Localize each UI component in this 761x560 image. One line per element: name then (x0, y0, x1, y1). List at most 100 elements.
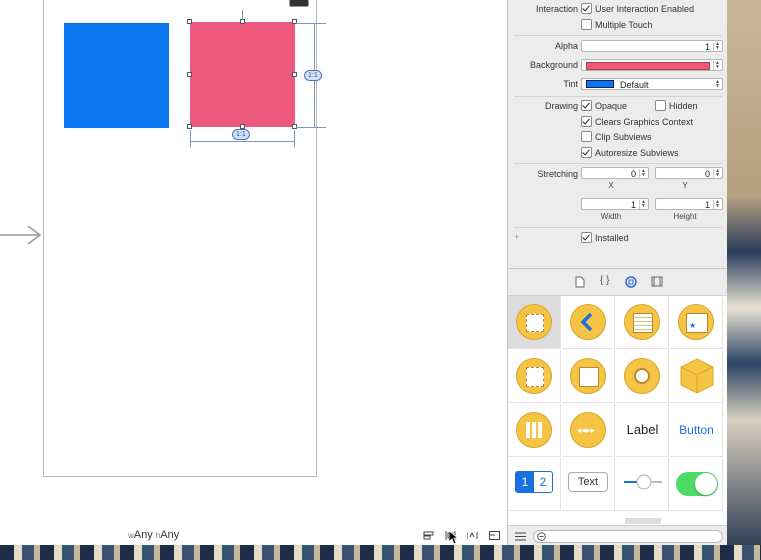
switch-icon (676, 472, 718, 496)
multiple-touch-checkbox[interactable]: Multiple Touch (581, 19, 652, 30)
opaque-checkbox[interactable]: Opaque (581, 100, 627, 111)
autoresize-checkbox[interactable]: Autoresize Subviews (581, 147, 679, 158)
width-class: Any (133, 529, 153, 541)
resize-handle[interactable] (187, 124, 192, 129)
resize-handle[interactable] (292, 72, 297, 77)
resolve-issues-icon[interactable] (467, 531, 478, 540)
background-popup[interactable]: ▲ ▼ (581, 59, 723, 71)
opaque-label: Opaque (595, 101, 628, 111)
object-library: { } ★ ◂◂▸▸ Label Button 12 Text (507, 268, 728, 548)
divider (514, 35, 722, 36)
size-class-control[interactable]: wAny hAny (128, 529, 179, 541)
clears-graphics-label: Clears Graphics Context (595, 117, 694, 127)
hidden-checkbox[interactable]: Hidden (655, 100, 698, 111)
library-item-slider[interactable] (616, 458, 669, 511)
button-item-text: Button (679, 423, 714, 437)
media-player-icon: ◂◂▸▸ (570, 412, 606, 448)
table-view-icon (624, 304, 660, 340)
object-library-icon[interactable] (625, 276, 637, 288)
background-color-swatch (586, 62, 710, 70)
align-icon[interactable] (423, 531, 434, 540)
multiple-touch-label: Multiple Touch (595, 20, 653, 30)
divider (514, 227, 722, 228)
stretch-height-value: 1 (704, 200, 710, 210)
list-view-icon[interactable] (515, 532, 526, 541)
library-item-navigation[interactable] (562, 296, 615, 349)
glkit-view-icon (624, 358, 660, 394)
stretch-width-value: 1 (630, 200, 636, 210)
library-item-container[interactable] (562, 350, 615, 403)
tint-popup[interactable]: Default ▲ ▼ (581, 78, 723, 90)
height-class: Any (160, 529, 180, 541)
divider (514, 163, 722, 164)
resize-handle[interactable] (187, 72, 192, 77)
width-constraint-line (190, 141, 295, 142)
library-item-object[interactable] (670, 350, 723, 403)
stretch-y-field[interactable]: 0 ▲ ▼ (655, 167, 723, 179)
page-view-icon (516, 358, 552, 394)
media-library-icon[interactable] (651, 276, 663, 287)
stepper-icon[interactable]: ▲ ▼ (713, 200, 721, 209)
popup-arrows-icon: ▲ ▼ (713, 61, 721, 70)
library-item-table[interactable] (616, 296, 669, 349)
y-label: Y (682, 181, 688, 190)
library-item-collection[interactable]: ★ (670, 296, 723, 349)
library-item-segmented[interactable]: 12 (508, 458, 561, 511)
clip-subviews-checkbox[interactable]: Clip Subviews (581, 131, 652, 142)
attributes-inspector: Interaction User Interaction Enabled Mul… (507, 0, 728, 268)
divider (514, 96, 722, 97)
stretch-width-field[interactable]: 1 ▲ ▼ (581, 198, 649, 210)
top-constraint-line (242, 10, 243, 20)
height-label: Height (673, 212, 697, 221)
file-template-icon[interactable] (575, 276, 585, 288)
checkbox-icon (581, 131, 592, 142)
blue-view[interactable] (64, 23, 169, 128)
installed-checkbox[interactable]: Installed (581, 232, 629, 243)
library-item-view[interactable] (508, 296, 561, 349)
code-snippet-icon[interactable]: { } (600, 275, 609, 286)
alpha-label: Alpha (554, 41, 578, 51)
stepper-icon[interactable]: ▲ ▼ (713, 169, 721, 178)
library-filter-input[interactable] (533, 530, 723, 543)
resize-handle[interactable] (187, 19, 192, 24)
user-interaction-checkbox[interactable]: User Interaction Enabled (581, 3, 694, 14)
stepper-icon[interactable]: ▲ ▼ (639, 200, 647, 209)
installed-label: Installed (595, 233, 629, 243)
desktop-wallpaper-strip (0, 545, 761, 560)
stretch-x-value: 0 (630, 169, 636, 179)
clip-subviews-label: Clip Subviews (595, 132, 652, 142)
mouse-cursor-icon (449, 531, 459, 545)
add-variation-button[interactable]: + (514, 232, 519, 242)
library-item-glkit[interactable] (616, 350, 669, 403)
resizing-icon[interactable] (489, 531, 500, 540)
library-tabs: { } (508, 269, 728, 296)
library-item-av-player[interactable]: ◂◂▸▸ (562, 404, 615, 457)
hidden-label: Hidden (669, 101, 698, 111)
width-constraint-cap (190, 130, 191, 147)
library-item-collection-grid[interactable] (508, 404, 561, 457)
checkbox-checked-icon (581, 147, 592, 158)
stretch-height-field[interactable]: 1 ▲ ▼ (655, 198, 723, 210)
clears-graphics-checkbox[interactable]: Clears Graphics Context (581, 116, 693, 127)
scene-dock-icon[interactable] (289, 0, 309, 7)
interaction-label: Interaction (535, 4, 578, 14)
pink-view-selected[interactable] (190, 22, 295, 127)
alpha-field[interactable]: 1 ▲ ▼ (581, 40, 723, 52)
tint-color-swatch (586, 80, 614, 88)
library-item-page-view[interactable] (508, 350, 561, 403)
storyboard-canvas[interactable]: 1:1 1:1 wAny hAny (0, 0, 507, 545)
library-item-button[interactable]: Button (670, 404, 723, 457)
stepper-icon[interactable]: ▲ ▼ (713, 42, 721, 51)
library-item-label[interactable]: Label (616, 404, 669, 457)
width-constraint-badge[interactable]: 1:1 (232, 129, 250, 140)
height-constraint-badge[interactable]: 1:1 (304, 70, 322, 81)
background-label: Background (529, 60, 578, 70)
stretch-x-field[interactable]: 0 ▲ ▼ (581, 167, 649, 179)
slider-icon (624, 474, 662, 490)
stepper-icon[interactable]: ▲ ▼ (639, 169, 647, 178)
label-item-text: Label (626, 422, 659, 437)
popup-arrows-icon: ▲ ▼ (715, 79, 720, 89)
library-item-textfield[interactable]: Text (562, 458, 615, 511)
collection-view-icon: ★ (678, 304, 714, 340)
library-item-switch[interactable] (670, 458, 723, 511)
